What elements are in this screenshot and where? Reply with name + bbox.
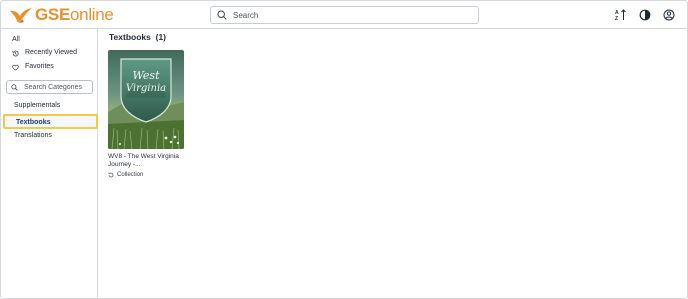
- search-icon: [11, 83, 18, 91]
- brand-logo[interactable]: GSEonline: [9, 5, 114, 25]
- sort-az-button[interactable]: A Z: [615, 9, 627, 21]
- sidebar-item-label: All: [12, 36, 20, 43]
- global-search-input[interactable]: [233, 10, 473, 20]
- brand-wordmark: GSEonline: [35, 5, 114, 25]
- sidebar-item-favorites[interactable]: Favorites: [12, 62, 54, 72]
- sidebar-item-supplementals[interactable]: Supplementals: [14, 101, 60, 111]
- history-icon: [12, 50, 19, 56]
- user-account-button[interactable]: [663, 9, 675, 21]
- search-icon: [217, 10, 227, 20]
- app-window: GSEonline A Z: [0, 0, 688, 299]
- book-cover[interactable]: West Virginia: [108, 50, 184, 149]
- sidebar-item-recently-viewed[interactable]: Recently Viewed: [12, 48, 77, 58]
- book-title[interactable]: WV8 - The West Virginia Journey -...: [108, 153, 184, 169]
- category-sidebar: All Recently Viewed Favorites Supplement…: [1, 29, 98, 298]
- collection-icon: [108, 172, 114, 178]
- user-account-icon: [663, 9, 675, 21]
- brand-name-bold: GSE: [35, 5, 71, 24]
- sidebar-item-label: Favorites: [25, 63, 54, 70]
- contrast-icon: [639, 9, 651, 21]
- heart-icon: [12, 64, 19, 71]
- bird-logo-icon: [10, 8, 32, 23]
- page-title: Textbooks (1): [109, 32, 166, 43]
- result-count: (1): [155, 32, 167, 42]
- svg-text:Z: Z: [615, 16, 618, 21]
- brand-name-light: online: [70, 5, 114, 24]
- book-cover-art: West Virginia: [108, 50, 184, 149]
- book-type: Collection: [108, 171, 184, 179]
- global-search[interactable]: [210, 6, 479, 24]
- book-card[interactable]: West Virginia WV8 - The West Virginia Jo…: [108, 50, 184, 179]
- cover-title-line2: Virginia: [126, 83, 166, 94]
- contrast-button[interactable]: [639, 9, 651, 21]
- sidebar-item-label: Recently Viewed: [25, 49, 78, 56]
- page-title-text: Textbooks: [109, 32, 151, 42]
- category-search[interactable]: [6, 80, 93, 94]
- category-search-input[interactable]: [24, 83, 92, 91]
- sidebar-item-textbooks[interactable]: Textbooks: [3, 114, 98, 129]
- cover-title-line1: West: [133, 69, 161, 82]
- top-header: GSEonline A Z: [1, 1, 687, 29]
- sidebar-item-all[interactable]: All: [12, 35, 20, 45]
- sidebar-item-label: Textbooks: [16, 119, 51, 126]
- sort-az-icon: A Z: [615, 9, 626, 21]
- book-type-label: Collection: [117, 172, 144, 178]
- sidebar-item-translations[interactable]: Translations: [14, 131, 52, 141]
